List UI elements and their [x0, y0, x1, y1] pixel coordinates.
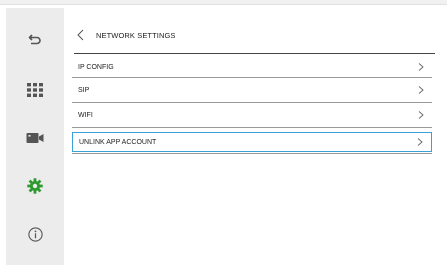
gear-icon: [27, 178, 43, 194]
sidebar-apps-button[interactable]: [6, 70, 64, 110]
menu-item-label: UNLINK APP ACCOUNT: [79, 138, 157, 146]
header-divider: [74, 53, 435, 54]
menu-item-label: IP CONFIG: [78, 63, 114, 71]
info-icon: [27, 226, 43, 242]
sidebar: [6, 8, 64, 265]
chevron-right-icon: [418, 63, 424, 71]
chevron-left-icon: [77, 29, 84, 41]
chevron-right-icon: [417, 138, 423, 146]
menu-item-label: SIP: [78, 86, 90, 94]
camera-icon: [26, 133, 44, 143]
row-divider: [72, 102, 432, 103]
settings-panel: NETWORK SETTINGS IP CONFIG SIP WIFI UNLI…: [64, 8, 447, 265]
menu-item-unlink-app-account[interactable]: UNLINK APP ACCOUNT: [72, 132, 432, 152]
menu-item-ip-config[interactable]: IP CONFIG: [72, 57, 432, 77]
page-title: NETWORK SETTINGS: [96, 30, 176, 40]
sidebar-back-button[interactable]: [6, 20, 64, 60]
row-divider: [72, 153, 432, 154]
sidebar-settings-button[interactable]: [6, 166, 64, 206]
menu-item-label: WIFI: [78, 111, 93, 119]
back-header[interactable]: NETWORK SETTINGS: [74, 22, 176, 48]
row-divider: [72, 127, 432, 128]
row-divider: [72, 77, 432, 78]
chevron-right-icon: [418, 86, 424, 94]
menu-item-sip[interactable]: SIP: [72, 80, 432, 100]
grid-apps-icon: [27, 83, 43, 97]
sidebar-info-button[interactable]: [6, 214, 64, 254]
sidebar-camera-button[interactable]: [6, 118, 64, 158]
back-arrow-icon: [28, 34, 41, 45]
chevron-right-icon: [418, 111, 424, 119]
menu-item-wifi[interactable]: WIFI: [72, 105, 432, 125]
top-rule: [0, 0, 447, 5]
